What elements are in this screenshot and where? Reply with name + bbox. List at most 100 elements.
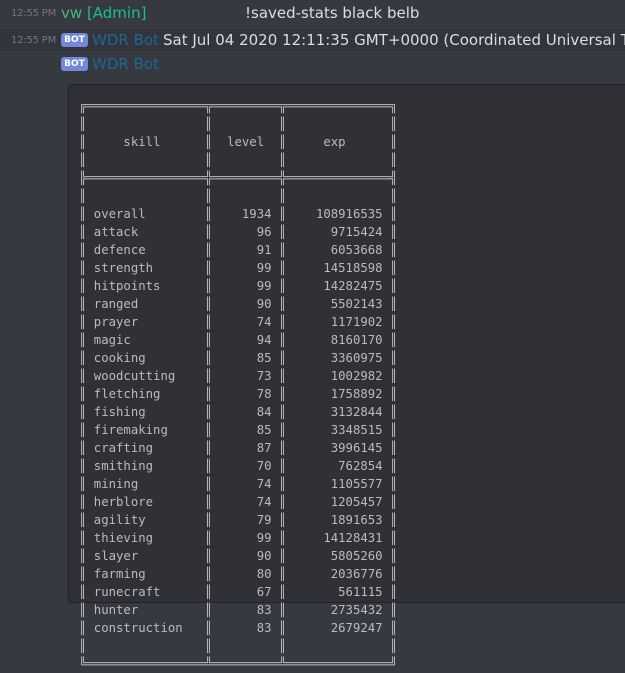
skill-exp: 1002982 [286, 369, 390, 383]
table-row: ║ attack ║ 96 ║ 9715424 ║ [79, 225, 397, 239]
skill-name: mining [86, 477, 205, 491]
skill-level: 70 [212, 459, 279, 473]
table-row: ║ smithing ║ 70 ║ 762854 ║ [79, 459, 397, 473]
author-name[interactable]: vw [Admin] [61, 4, 146, 22]
skill-exp: 2036776 [286, 567, 390, 581]
table-border: ║ [389, 351, 398, 365]
table-row: ║ agility ║ 79 ║ 1891653 ║ [79, 513, 397, 527]
author-role-tag: [Admin] [86, 4, 147, 22]
skill-level: 74 [212, 495, 279, 509]
table-border: ║ [389, 441, 398, 455]
table-border: ║ [389, 621, 398, 635]
skill-level: 74 [212, 477, 279, 491]
table-row: ║ farming ║ 80 ║ 2036776 ║ [79, 567, 397, 581]
skill-level: 90 [212, 549, 279, 563]
skill-level: 74 [212, 315, 279, 329]
skill-level: 78 [212, 387, 279, 401]
table-border: ║ [389, 495, 398, 509]
message-timestamp: 12:55 PM [11, 35, 57, 46]
table-border: ║ [389, 405, 398, 419]
skill-exp: 1891653 [286, 513, 390, 527]
author-username[interactable]: vw [61, 4, 82, 22]
skill-name: crafting [86, 441, 205, 455]
skill-name: cooking [86, 351, 205, 365]
skill-level: 85 [212, 423, 279, 437]
skill-name: strength [86, 261, 205, 275]
table-row: ║ construction ║ 83 ║ 2679247 ║ [79, 621, 397, 635]
skill-name: fishing [86, 405, 205, 419]
table-row: ║ prayer ║ 74 ║ 1171902 ║ [79, 315, 397, 329]
table-row: ║ herblore ║ 74 ║ 1205457 ║ [79, 495, 397, 509]
table-border: ║ [389, 225, 398, 239]
skill-name: magic [86, 333, 205, 347]
skill-name: hitpoints [86, 279, 205, 293]
skill-level: 87 [212, 441, 279, 455]
table-border: ║ [389, 297, 398, 311]
table-row: ║ fishing ║ 84 ║ 3132844 ║ [79, 405, 397, 419]
table-border: ║ [389, 567, 398, 581]
skill-level: 90 [212, 297, 279, 311]
skill-name: runecraft [86, 585, 205, 599]
table-row: ║ strength ║ 99 ║ 14518598 ║ [79, 261, 397, 275]
skill-exp: 14518598 [286, 261, 390, 275]
message-bot-embed: BOT WDR Bot [0, 53, 625, 75]
table-row: ║ overall ║ 1934 ║ 108916535 ║ [79, 207, 397, 221]
skill-level: 91 [212, 243, 279, 257]
skill-level: 83 [212, 621, 279, 635]
table-border: ║ [389, 423, 398, 437]
skill-level: 80 [212, 567, 279, 581]
table-border: ║ [389, 513, 398, 527]
skill-exp: 8160170 [286, 333, 390, 347]
table-border: ║ [389, 135, 398, 149]
skill-exp: 1171902 [286, 315, 390, 329]
table-row: ║ thieving ║ 99 ║ 14128431 ║ [79, 531, 397, 545]
column-header-skill: skill [86, 135, 205, 149]
table-row: ║ cooking ║ 85 ║ 3360975 ║ [79, 351, 397, 365]
table-row: ║ fletching ║ 78 ║ 1758892 ║ [79, 387, 397, 401]
skill-name: agility [86, 513, 205, 527]
table-row: ║ slayer ║ 90 ║ 5805260 ║ [79, 549, 397, 563]
skill-exp: 9715424 [286, 225, 390, 239]
table-border: ║ [389, 603, 398, 617]
skill-level: 83 [212, 603, 279, 617]
author-name[interactable]: WDR Bot [92, 31, 159, 49]
table-border: ║ [204, 621, 213, 635]
stats-table-codeblock: ╔════════════════╦═════════╦════════════… [79, 97, 397, 673]
skill-exp: 561115 [286, 585, 390, 599]
table-row: ║ woodcutting ║ 73 ║ 1002982 ║ [79, 369, 397, 383]
skill-level: 94 [212, 333, 279, 347]
message-bot-timestamp: 12:55 PM BOT WDR Bot Sat Jul 04 2020 12:… [0, 29, 625, 51]
skill-level: 1934 [212, 207, 279, 221]
skill-name: herblore [86, 495, 205, 509]
column-header-level: level [212, 135, 279, 149]
message-content: !saved-stats black belb [245, 4, 420, 22]
skill-exp: 14282475 [286, 279, 390, 293]
stats-embed: ╔════════════════╦═════════╦════════════… [68, 84, 625, 671]
table-border: ║ [389, 333, 398, 347]
table-border: ║ [389, 387, 398, 401]
skill-exp: 1105577 [286, 477, 390, 491]
table-row: ║ runecraft ║ 67 ║ 561115 ║ [79, 585, 397, 599]
skill-level: 85 [212, 351, 279, 365]
skill-name: slayer [86, 549, 205, 563]
message-content: Sat Jul 04 2020 12:11:35 GMT+0000 (Coord… [163, 31, 625, 49]
table-border: ║ [389, 585, 398, 599]
table-border: ╠════════════════╬═════════╬════════════… [79, 171, 398, 185]
skill-exp: 108916535 [286, 207, 390, 221]
skill-level: 99 [212, 531, 279, 545]
table-row: ║ ranged ║ 90 ║ 5502143 ║ [79, 297, 397, 311]
table-row: ║ hunter ║ 83 ║ 2735432 ║ [79, 603, 397, 617]
skill-exp: 762854 [286, 459, 390, 473]
skill-name: fletching [86, 387, 205, 401]
table-border: ║ [389, 279, 398, 293]
skill-name: woodcutting [86, 369, 205, 383]
table-border: ║ [79, 621, 87, 635]
skill-name: hunter [86, 603, 205, 617]
table-border: ║ [389, 531, 398, 545]
table-border: ║ [389, 477, 398, 491]
table-border: ║ [389, 261, 398, 275]
author-name[interactable]: WDR Bot [92, 55, 159, 73]
table-border: ║ [389, 207, 398, 221]
skill-exp: 2679247 [286, 621, 390, 635]
table-border: ║ [389, 243, 398, 257]
